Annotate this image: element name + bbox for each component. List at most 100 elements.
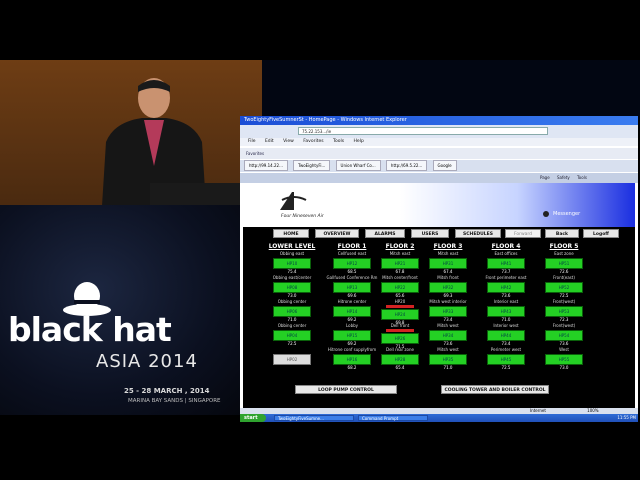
loop-pump-control-button[interactable]: LOOP PUMP CONTROL bbox=[295, 385, 397, 394]
zoom-level[interactable]: 100% bbox=[587, 408, 598, 413]
tab-5[interactable]: Google bbox=[432, 160, 457, 171]
zone-temperature: 71.0 bbox=[287, 317, 297, 322]
cmd-page[interactable]: Page bbox=[540, 175, 550, 180]
heat-pump-button[interactable]: HP16 bbox=[333, 354, 371, 365]
zone-temperature: 72.5 bbox=[501, 365, 511, 370]
zone-label: Perimeter west bbox=[490, 347, 522, 352]
menu-help[interactable]: Help bbox=[354, 139, 364, 144]
nav-logoff[interactable]: Logoff bbox=[583, 229, 619, 238]
heat-pump-button[interactable]: HP04 bbox=[273, 330, 311, 341]
heat-pump-button[interactable]: HP34 bbox=[429, 330, 467, 341]
start-button[interactable]: start bbox=[240, 414, 266, 422]
heat-pump-button[interactable]: HP52 bbox=[545, 282, 583, 293]
zone-label: Front(west) bbox=[552, 299, 576, 304]
zone-cell: East offices HP41 73.7 bbox=[477, 251, 535, 275]
heat-pump-button[interactable]: HP14 bbox=[333, 306, 371, 317]
command-bar: Page Safety Tools bbox=[240, 173, 638, 183]
heat-pump-button[interactable]: HP22 bbox=[381, 282, 419, 293]
alarm-indicator bbox=[386, 329, 414, 332]
nav-forward[interactable]: Forward bbox=[505, 229, 541, 238]
heat-pump-button[interactable]: HP42 bbox=[487, 282, 525, 293]
status-zone: Internet bbox=[530, 408, 546, 413]
favorites-button[interactable]: Favorites bbox=[246, 151, 264, 156]
cooling-tower-control-button[interactable]: COOLING TOWER AND BOILER CONTROL bbox=[441, 385, 549, 394]
zone-temperature: 72.5 bbox=[559, 293, 569, 298]
zone-cell: Mitsh front HP32 69.3 bbox=[419, 275, 477, 299]
zone-cell: Mitsh east HP31 67.4 bbox=[419, 251, 477, 275]
url-input[interactable]: 75.22.153.../ie bbox=[298, 127, 548, 135]
heat-pump-button[interactable]: HP32 bbox=[429, 282, 467, 293]
zone-label: Front(east) bbox=[553, 275, 575, 280]
heat-pump-button[interactable]: HP54 bbox=[545, 330, 583, 341]
menu-edit[interactable]: Edit bbox=[265, 139, 274, 144]
zone-label: Obbing east bbox=[279, 251, 305, 256]
floor-heading[interactable]: LOWER LEVEL bbox=[263, 243, 321, 251]
heat-pump-button[interactable]: HP31 bbox=[429, 258, 467, 269]
zone-cell: HP02 bbox=[263, 347, 321, 371]
heat-pump-button[interactable]: HP44 bbox=[487, 330, 525, 341]
heat-pump-button[interactable]: HP26 bbox=[381, 333, 419, 344]
zone-label: Obbing center bbox=[277, 323, 307, 328]
heat-pump-button[interactable]: HP28 bbox=[381, 354, 419, 365]
zone-cell: Interior east HP43 71.0 bbox=[477, 299, 535, 323]
floor-heading[interactable]: FLOOR 5 bbox=[535, 243, 593, 251]
menu-view[interactable]: View bbox=[283, 139, 294, 144]
zone-temperature bbox=[263, 365, 321, 370]
heat-pump-button[interactable]: HP02 bbox=[273, 354, 311, 365]
nav-alarms[interactable]: ALARMS bbox=[365, 229, 405, 238]
heat-pump-button[interactable]: HP13 bbox=[333, 282, 371, 293]
nav-users[interactable]: USERS bbox=[411, 229, 449, 238]
heat-pump-button[interactable]: HP12 bbox=[333, 258, 371, 269]
tab-4[interactable]: http://69.5.22... bbox=[385, 160, 428, 171]
zone-temperature: 72.5 bbox=[287, 341, 297, 346]
heat-pump-button[interactable]: HP24 bbox=[381, 309, 419, 320]
heat-pump-button[interactable]: HP45 bbox=[487, 354, 525, 365]
tab-2[interactable]: TwoEightyFi... bbox=[293, 160, 331, 171]
heat-pump-button[interactable]: HP55 bbox=[545, 354, 583, 365]
menu-favorites[interactable]: Favorites bbox=[303, 139, 323, 144]
heat-pump-button[interactable]: HP15 bbox=[333, 330, 371, 341]
nav-schedules[interactable]: SCHEDULES bbox=[455, 229, 501, 238]
starry-backdrop bbox=[262, 60, 640, 120]
heat-pump-button[interactable]: HP43 bbox=[487, 306, 525, 317]
tab-3[interactable]: Union Wharf Co... bbox=[335, 160, 381, 171]
heat-pump-button[interactable]: HP51 bbox=[545, 258, 583, 269]
heat-pump-button[interactable]: HP08 bbox=[273, 282, 311, 293]
nav-home[interactable]: HOME bbox=[273, 229, 309, 238]
zone-temperature: 71.0 bbox=[501, 317, 511, 322]
zone-temperature: 73.0 bbox=[287, 293, 297, 298]
zone-label: Obbing east/center bbox=[272, 275, 312, 280]
user-icon bbox=[543, 211, 549, 217]
heat-pump-button[interactable]: HP35 bbox=[429, 354, 467, 365]
zone-temperature: 73.6 bbox=[559, 341, 569, 346]
heat-pump-button[interactable]: HP06 bbox=[273, 306, 311, 317]
system-clock: 11:55 PM bbox=[617, 415, 636, 420]
nav-back[interactable]: Back bbox=[545, 229, 579, 238]
task-cmd[interactable]: Command Prompt bbox=[358, 415, 428, 421]
zone-temperature: 73.6 bbox=[443, 341, 453, 346]
bms-app: Four Nineseven Air Messenger HOME OVERVI… bbox=[243, 183, 635, 413]
zone-label: Mitsh front bbox=[437, 275, 459, 280]
floor-heading[interactable]: FLOOR 4 bbox=[477, 243, 535, 251]
nav-overview[interactable]: OVERVIEW bbox=[315, 229, 359, 238]
zone-cell: West HP55 73.0 bbox=[535, 347, 593, 371]
task-ie[interactable]: TwoEightyFiveSumne... bbox=[274, 415, 354, 421]
heat-pump-button[interactable]: HP33 bbox=[429, 306, 467, 317]
heat-pump-button[interactable]: HP10 bbox=[273, 258, 311, 269]
cmd-safety[interactable]: Safety bbox=[557, 175, 570, 180]
floor-heading[interactable]: FLOOR 3 bbox=[419, 243, 477, 251]
zone-label: Front perimeter east bbox=[485, 275, 527, 280]
heat-pump-button[interactable]: HP41 bbox=[487, 258, 525, 269]
menu-tools[interactable]: Tools bbox=[333, 139, 344, 144]
tab-1[interactable]: http://99.14.22... bbox=[244, 160, 288, 171]
cmd-tools[interactable]: Tools bbox=[577, 175, 587, 180]
zone-temperature: 75.4 bbox=[287, 269, 297, 274]
zone-temperature: 73.6 bbox=[501, 293, 511, 298]
heat-pump-button[interactable]: HP53 bbox=[545, 306, 583, 317]
event-venue: MARINA BAY SANDS | SINGAPORE bbox=[128, 398, 221, 404]
menu-file[interactable]: File bbox=[248, 139, 256, 144]
zone-cell: Front(east) HP52 72.5 bbox=[535, 275, 593, 299]
heat-pump-button[interactable]: HP21 bbox=[381, 258, 419, 269]
windows-taskbar: start TwoEightyFiveSumne... Command Prom… bbox=[240, 414, 638, 422]
favorites-bar: Favorites bbox=[240, 148, 638, 159]
